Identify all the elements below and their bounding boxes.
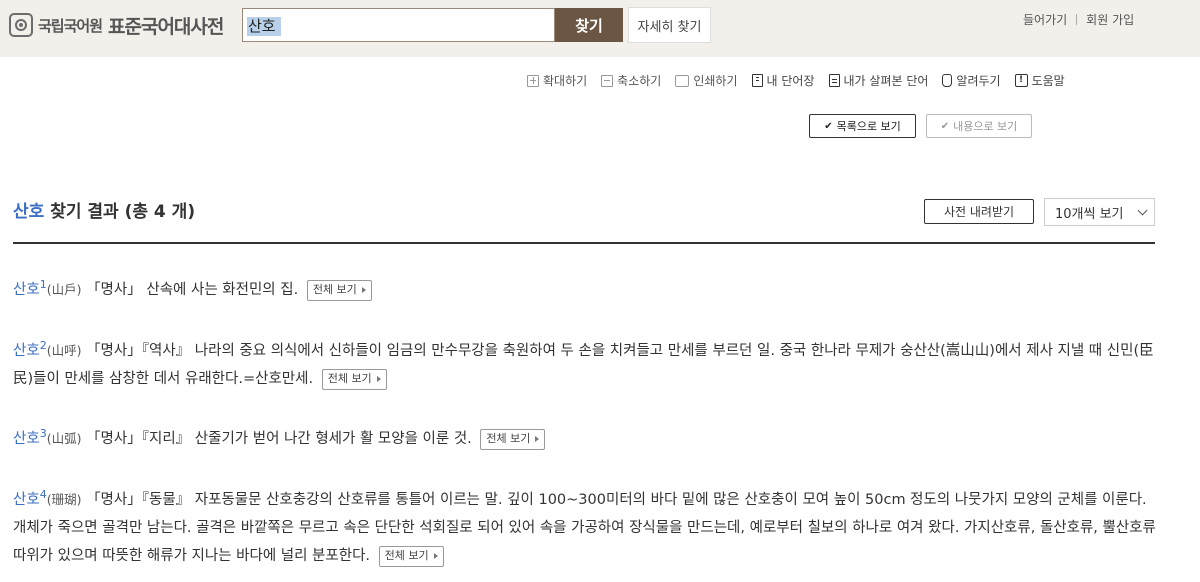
check-icon: ✔ — [824, 120, 833, 132]
entry-word-link[interactable]: 산호2 — [13, 339, 47, 359]
entry-definition: 산속에 사는 화전민의 집. — [141, 282, 299, 298]
content-view-label: 내용으로 보기 — [953, 120, 1018, 133]
entry-word-link[interactable]: 산호1 — [13, 278, 47, 298]
hand-icon — [942, 74, 953, 87]
logo-icon — [9, 13, 33, 37]
entry-definition: 산줄기가 벋어 나간 형세가 활 모양을 이룬 것. — [190, 431, 472, 447]
search-input[interactable] — [243, 9, 554, 41]
login-link[interactable]: 들어가기 — [1023, 11, 1067, 28]
document-icon — [828, 74, 840, 87]
list-view-button[interactable]: ✔ 목록으로 보기 — [809, 114, 916, 138]
entry-word-link[interactable]: 산호3 — [13, 427, 47, 447]
entry-1: 산호1(山戶) 「명사」 산속에 사는 화전민의 집. 전체 보기 — [13, 271, 1158, 304]
entry-4: 산호4(珊瑚) 「명사」『동물』 자포동물문 산호충강의 산호류를 통틀어 이르… — [13, 481, 1158, 570]
my-viewed-label: 내가 살펴본 단어 — [843, 74, 929, 88]
arrow-right-icon — [376, 376, 381, 382]
wordbook-icon — [751, 74, 763, 87]
advanced-search-button[interactable]: 자세히 찾기 — [628, 7, 711, 43]
zoom-in-icon — [527, 74, 539, 87]
logo-org-name: 국립국어원 — [38, 16, 103, 35]
header: 국립국어원 표준국어대사전 찾기 자세히 찾기 들어가기 회원 가입 — [0, 0, 1200, 57]
zoom-out-button[interactable]: 축소하기 — [601, 72, 661, 89]
entry-2: 산호2(山呼) 「명사」『역사』 나라의 중요 의식에서 신하들이 임금의 만수… — [13, 332, 1158, 393]
logo-dictionary-name: 표준국어대사전 — [108, 15, 224, 38]
entry-hanja: (山弧) — [46, 431, 82, 446]
toolbar: 확대하기 축소하기 인쇄하기 내 단어장 내가 살펴본 단어 알려두기 ! 도움… — [527, 72, 1065, 89]
entry-3: 산호3(山弧) 「명사」『지리』 산줄기가 벋어 나간 형세가 활 모양을 이룬… — [13, 420, 1158, 453]
download-dictionary-button[interactable]: 사전 내려받기 — [924, 199, 1034, 224]
list-view-label: 목록으로 보기 — [836, 120, 901, 133]
entry-hanja: (山呼) — [46, 343, 82, 358]
notify-label: 알려두기 — [956, 74, 1001, 88]
results-divider — [13, 242, 1155, 244]
search-box — [242, 8, 555, 42]
chevron-down-icon — [1137, 205, 1148, 216]
help-label: 도움말 — [1031, 74, 1065, 88]
user-links: 들어가기 회원 가입 — [1023, 11, 1134, 28]
print-label: 인쇄하기 — [693, 74, 738, 88]
zoom-in-button[interactable]: 확대하기 — [527, 72, 587, 89]
printer-icon — [675, 74, 690, 87]
zoom-in-label: 확대하기 — [543, 74, 588, 88]
entry-hanja: (珊瑚) — [46, 492, 82, 507]
view-all-button[interactable]: 전체 보기 — [378, 545, 444, 567]
result-keyword: 산호 — [13, 202, 45, 222]
signup-link[interactable]: 회원 가입 — [1086, 11, 1134, 28]
content-view-button[interactable]: ✔ 내용으로 보기 — [926, 114, 1032, 138]
notify-button[interactable]: 알려두기 — [942, 72, 1001, 89]
arrow-right-icon — [361, 287, 366, 293]
entry-hanja: (山戶) — [46, 282, 82, 297]
search-button[interactable]: 찾기 — [555, 8, 623, 42]
my-words-label: 내 단어장 — [766, 74, 815, 88]
entry-pos: 「명사」『역사』 — [86, 343, 191, 359]
per-page-value: 10개씩 보기 — [1055, 206, 1124, 222]
arrow-right-icon — [433, 553, 438, 559]
print-button[interactable]: 인쇄하기 — [675, 72, 738, 89]
view-all-button[interactable]: 전체 보기 — [480, 428, 546, 450]
check-icon: ✔ — [940, 120, 950, 132]
help-button[interactable]: ! 도움말 — [1014, 72, 1065, 89]
entry-pos: 「명사」『동물』 — [86, 492, 191, 508]
view-all-button[interactable]: 전체 보기 — [306, 279, 372, 301]
my-words-button[interactable]: 내 단어장 — [751, 72, 815, 89]
entry-pos: 「명사」『지리』 — [86, 431, 191, 447]
zoom-out-icon — [601, 74, 614, 87]
arrow-right-icon — [535, 436, 540, 442]
exclamation-icon: ! — [1014, 74, 1028, 87]
per-page-select[interactable]: 10개씩 보기 — [1044, 198, 1155, 226]
result-title: 산호 찾기 결과 (총 4 개) — [13, 197, 195, 222]
entry-pos: 「명사」 — [86, 282, 142, 298]
entry-word-link[interactable]: 산호4 — [13, 488, 47, 508]
zoom-out-label: 축소하기 — [617, 74, 662, 88]
my-viewed-button[interactable]: 내가 살펴본 단어 — [828, 72, 929, 89]
site-logo[interactable]: 국립국어원 표준국어대사전 — [9, 12, 224, 38]
divider — [1076, 14, 1078, 25]
view-all-button[interactable]: 전체 보기 — [321, 368, 387, 390]
result-count: 찾기 결과 (총 4 개) — [50, 202, 196, 222]
